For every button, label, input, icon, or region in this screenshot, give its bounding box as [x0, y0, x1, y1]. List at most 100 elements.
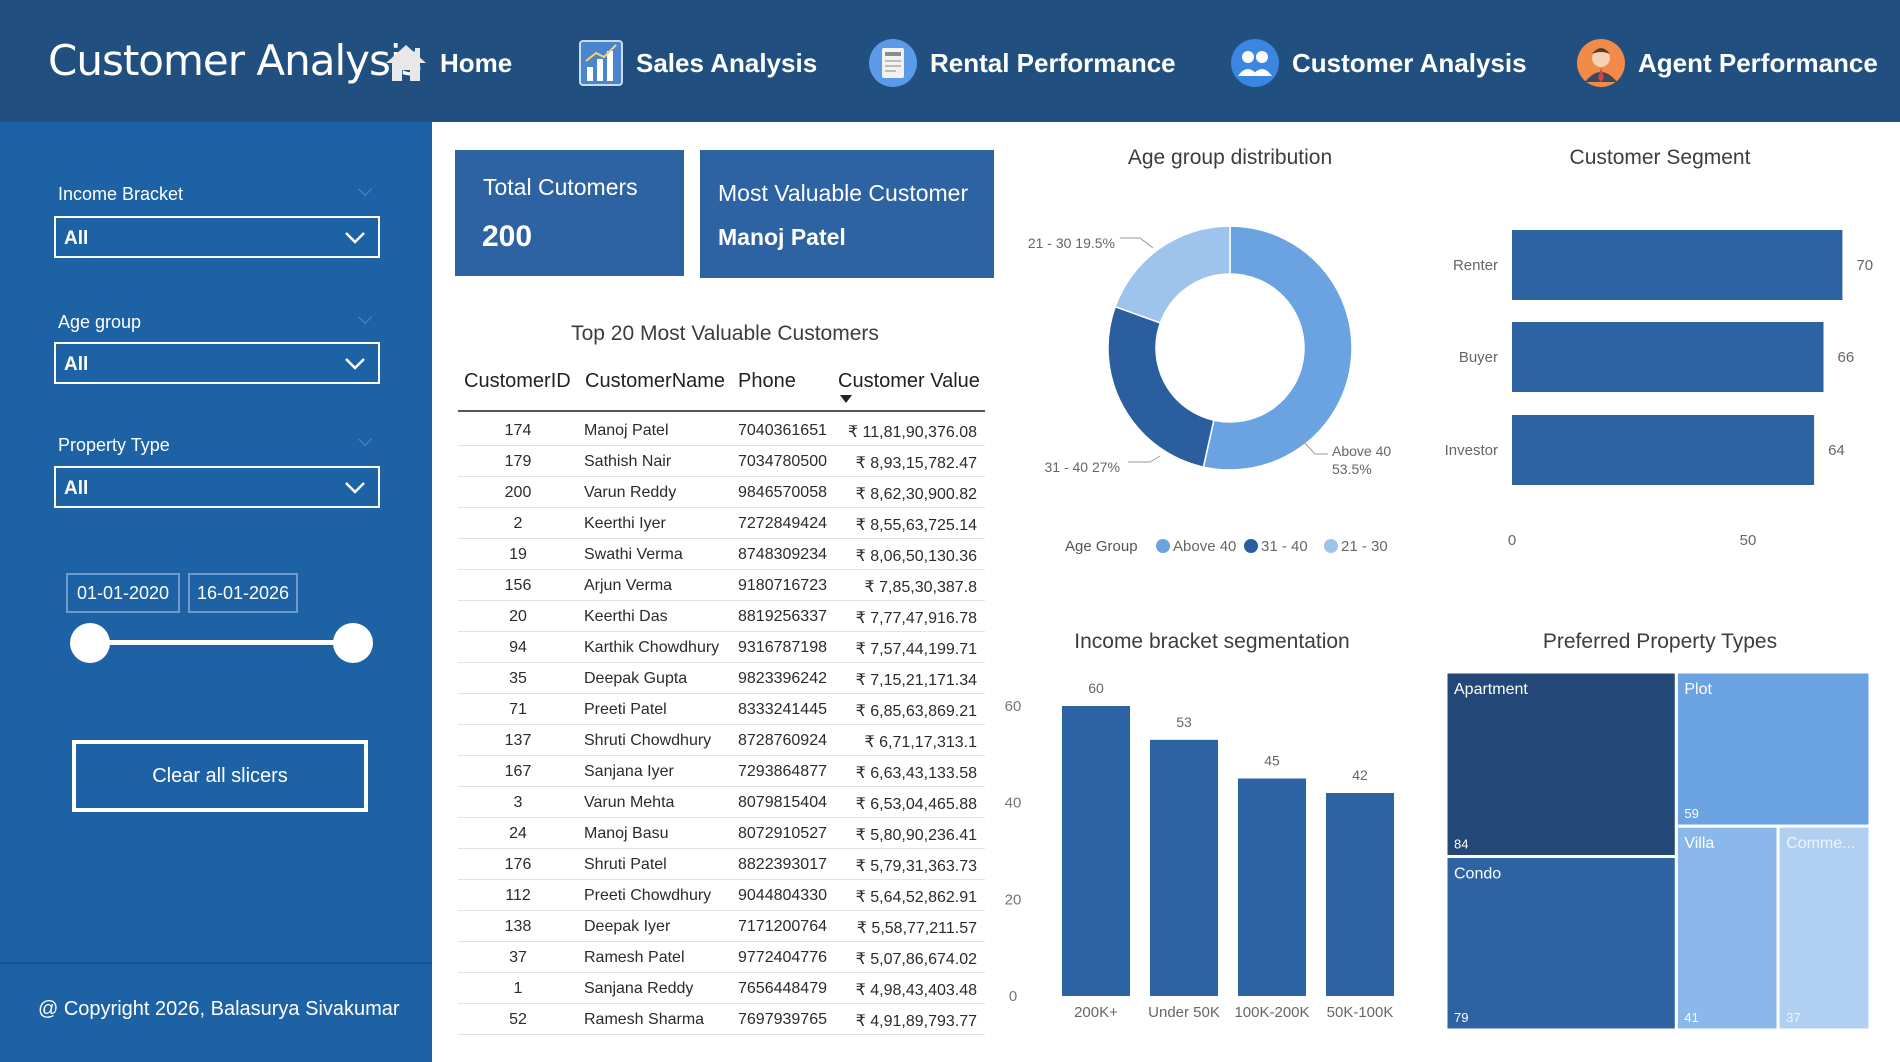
donut-slice-21-30[interactable]: [1114, 225, 1231, 324]
customer-value-cell: ₹ 4,91,89,793.77: [855, 1013, 977, 1030]
customer-id-cell: 52: [509, 1011, 527, 1028]
phone-cell: 7034780500: [738, 453, 827, 470]
sidebar-divider: [0, 962, 432, 964]
page-title: Customer Analysis: [48, 36, 422, 85]
nav-rental-performance[interactable]: Rental Performance: [868, 36, 1176, 90]
customer-name-cell: Deepak Iyer: [584, 918, 671, 935]
income-bar[interactable]: [1062, 706, 1130, 996]
income-category-label: Under 50K: [1148, 1004, 1220, 1021]
income-bar[interactable]: [1150, 739, 1218, 996]
nav-agent-performance[interactable]: Agent Performance: [1576, 36, 1878, 90]
table-row[interactable]: 112 Preeti Chowdhury 9044804330 ₹ 5,64,52,8…: [458, 880, 985, 911]
treemap-tile-comme[interactable]: [1776, 824, 1872, 1032]
table-row[interactable]: 24 Manoj Basu 8072910527 ₹ 5,80,90,236.41: [458, 818, 985, 849]
customer-name-cell: Sanjana Reddy: [584, 980, 694, 997]
rental-document-icon: [869, 39, 917, 87]
table-row[interactable]: 52 Ramesh Sharma 7697939765 ₹ 4,91,89,793.7…: [458, 1004, 985, 1035]
column-header-customer-name[interactable]: CustomerName: [585, 370, 725, 393]
customer-value-cell: ₹ 5,07,86,674.02: [855, 951, 977, 968]
customer-value-cell: ₹ 7,15,21,171.34: [855, 672, 977, 689]
income-bar[interactable]: [1326, 793, 1394, 996]
most-valuable-customer-card: Most Valuable Customer Manoj Patel: [700, 150, 994, 278]
end-date-input[interactable]: 16-01-2026: [188, 573, 298, 613]
date-range-slider-track[interactable]: [90, 640, 352, 645]
customer-name-cell: Deepak Gupta: [584, 670, 688, 687]
table-row[interactable]: 35 Deepak Gupta 9823396242 ₹ 7,15,21,171.34: [458, 663, 985, 694]
table-row[interactable]: 20 Keerthi Das 8819256337 ₹ 7,77,47,916.78: [458, 601, 985, 632]
income-bracket-dropdown[interactable]: All: [54, 216, 380, 258]
phone-cell: 7272849424: [738, 515, 827, 532]
phone-cell: 7040361651: [738, 422, 827, 439]
date-range-end-handle[interactable]: [333, 623, 373, 663]
customer-name-cell: Arjun Verma: [584, 577, 673, 594]
column-header-phone[interactable]: Phone: [738, 370, 796, 393]
donut-slice-31-40[interactable]: [1107, 305, 1215, 468]
clear-all-slicers-button[interactable]: Clear all slicers: [72, 740, 368, 812]
legend-label[interactable]: 21 - 30: [1341, 538, 1388, 555]
segment-value-label: 70: [1856, 257, 1873, 274]
property-types-chart-title: Preferred Property Types: [1542, 630, 1778, 653]
treemap-tile-value: 84: [1454, 836, 1468, 851]
sort-descending-icon[interactable]: [840, 395, 852, 404]
nav-sales-analysis[interactable]: Sales Analysis: [578, 36, 817, 90]
customer-id-cell: 35: [509, 670, 527, 687]
customer-id-cell: 167: [504, 763, 532, 780]
segment-bar-renter[interactable]: [1512, 230, 1843, 300]
table-row[interactable]: 94 Karthik Chowdhury 9316787198 ₹ 7,57,44,1…: [458, 632, 985, 663]
slicer-collapse-icon[interactable]: [357, 431, 373, 447]
phone-cell: 8822393017: [738, 856, 827, 873]
start-date-input[interactable]: 01-01-2020: [66, 573, 180, 613]
table-row[interactable]: 1 Sanjana Reddy 7656448479 ₹ 4,98,43,403.48: [458, 973, 985, 1004]
income-y-tick: 0: [1009, 988, 1017, 1005]
income-value-label: 45: [1264, 753, 1280, 769]
donut-data-label: 53.5%: [1332, 461, 1372, 477]
legend-label[interactable]: Above 40: [1173, 538, 1236, 555]
table-row[interactable]: 200 Varun Reddy 9846570058 ₹ 8,62,30,900.82: [458, 477, 985, 508]
customer-name-cell: Preeti Patel: [584, 701, 667, 718]
treemap-tile-villa[interactable]: [1674, 824, 1780, 1032]
column-header-customer-id[interactable]: CustomerID: [464, 370, 571, 393]
income-bar[interactable]: [1238, 778, 1306, 997]
age-group-dropdown[interactable]: All: [54, 342, 380, 384]
segment-x-tick: 50: [1740, 532, 1757, 549]
slicer-collapse-icon[interactable]: [357, 309, 373, 325]
phone-cell: 9180716723: [738, 577, 827, 594]
nav-home-label: Home: [440, 47, 513, 78]
legend-marker: [1244, 539, 1258, 553]
treemap-tile-condo[interactable]: [1444, 854, 1678, 1032]
treemap-tile-apartment[interactable]: [1444, 670, 1678, 858]
table-row[interactable]: 137 Shruti Chowdhury 8728760924 ₹ 6,71,17,3…: [458, 725, 985, 756]
nav-agent-performance-label: Agent Performance: [1638, 47, 1878, 78]
table-row[interactable]: 179 Sathish Nair 7034780500 ₹ 8,93,15,782.4…: [458, 446, 985, 477]
nav-home[interactable]: Home: [384, 36, 512, 90]
table-row[interactable]: 156 Arjun Verma 9180716723 ₹ 7,85,30,387.8: [458, 570, 985, 601]
table-row[interactable]: 176 Shruti Patel 8822393017 ₹ 5,79,31,363.7…: [458, 849, 985, 880]
table-row[interactable]: 3 Varun Mehta 8079815404 ₹ 6,53,04,465.88: [458, 787, 985, 818]
legend-label[interactable]: 31 - 40: [1261, 538, 1308, 555]
table-row[interactable]: 138 Deepak Iyer 7171200764 ₹ 5,58,77,211.57: [458, 911, 985, 942]
age-group-value: All: [64, 354, 89, 375]
customer-name-cell: Sathish Nair: [584, 453, 672, 470]
donut-leader-line: [1120, 237, 1154, 249]
customer-value-cell: ₹ 8,62,30,900.82: [855, 486, 977, 503]
table-row[interactable]: 71 Preeti Patel 8333241445 ₹ 6,85,63,869.21: [458, 694, 985, 725]
table-row[interactable]: 167 Sanjana Iyer 7293864877 ₹ 6,63,43,133.5…: [458, 756, 985, 787]
table-row[interactable]: 174 Manoj Patel 7040361651 ₹ 11,81,90,376.0…: [458, 415, 985, 446]
customer-id-cell: 3: [513, 794, 523, 811]
table-row[interactable]: 19 Swathi Verma 8748309234 ₹ 8,06,50,130.36: [458, 539, 985, 570]
customer-name-cell: Ramesh Sharma: [584, 1011, 705, 1028]
phone-cell: 7293864877: [738, 763, 827, 780]
nav-customer-analysis[interactable]: Customer Analysis: [1230, 36, 1527, 90]
segment-bar-buyer[interactable]: [1512, 322, 1824, 392]
table-row[interactable]: 2 Keerthi Iyer 7272849424 ₹ 8,55,63,725.14: [458, 508, 985, 539]
income-y-tick: 40: [1005, 795, 1022, 812]
customer-value-cell: ₹ 5,79,31,363.73: [855, 858, 977, 875]
customer-name-cell: Swathi Verma: [584, 546, 683, 563]
date-range-start-handle[interactable]: [70, 623, 110, 663]
chevron-down-icon: [345, 358, 365, 370]
table-row[interactable]: 37 Ramesh Patel 9772404776 ₹ 5,07,86,674.02: [458, 942, 985, 973]
segment-bar-investor[interactable]: [1512, 415, 1815, 485]
slicer-collapse-icon[interactable]: [357, 181, 373, 197]
column-header-customer-value[interactable]: Customer Value: [838, 370, 980, 393]
property-type-dropdown[interactable]: All: [54, 466, 380, 508]
